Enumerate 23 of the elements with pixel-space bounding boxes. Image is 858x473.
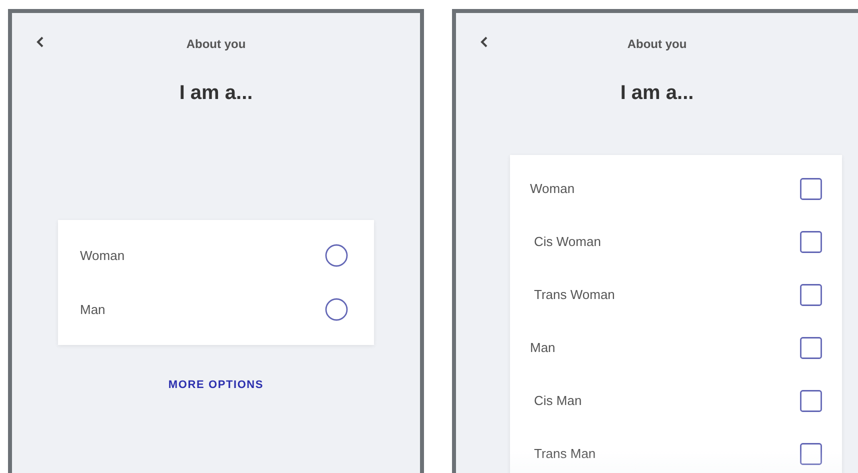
question-heading: I am a... (178, 82, 254, 105)
checkbox[interactable] (800, 230, 822, 252)
option-label: Woman (530, 181, 575, 196)
checkbox[interactable] (800, 390, 822, 412)
option-label: Man (80, 302, 106, 316)
option-label: Man (530, 340, 556, 355)
more-options-link[interactable]: MORE OPTIONS (162, 375, 270, 395)
option-label: Cis Man (534, 393, 582, 408)
option-label: Trans Woman (534, 287, 615, 302)
option-label: Woman (80, 248, 125, 262)
radio-button[interactable] (325, 244, 348, 266)
screen-title: About you (627, 37, 687, 51)
back-icon[interactable] (36, 36, 44, 48)
option-label: Cis Woman (534, 234, 601, 249)
option-label: Trans Man (534, 446, 596, 461)
question-heading: I am a... (619, 82, 695, 105)
checkbox[interactable] (800, 442, 822, 464)
checkbox[interactable] (800, 178, 822, 200)
screen-title: About you (186, 37, 246, 51)
radio-button[interactable] (325, 298, 348, 320)
back-icon[interactable] (480, 36, 488, 48)
checkbox[interactable] (800, 336, 822, 358)
checkbox[interactable] (800, 284, 822, 306)
